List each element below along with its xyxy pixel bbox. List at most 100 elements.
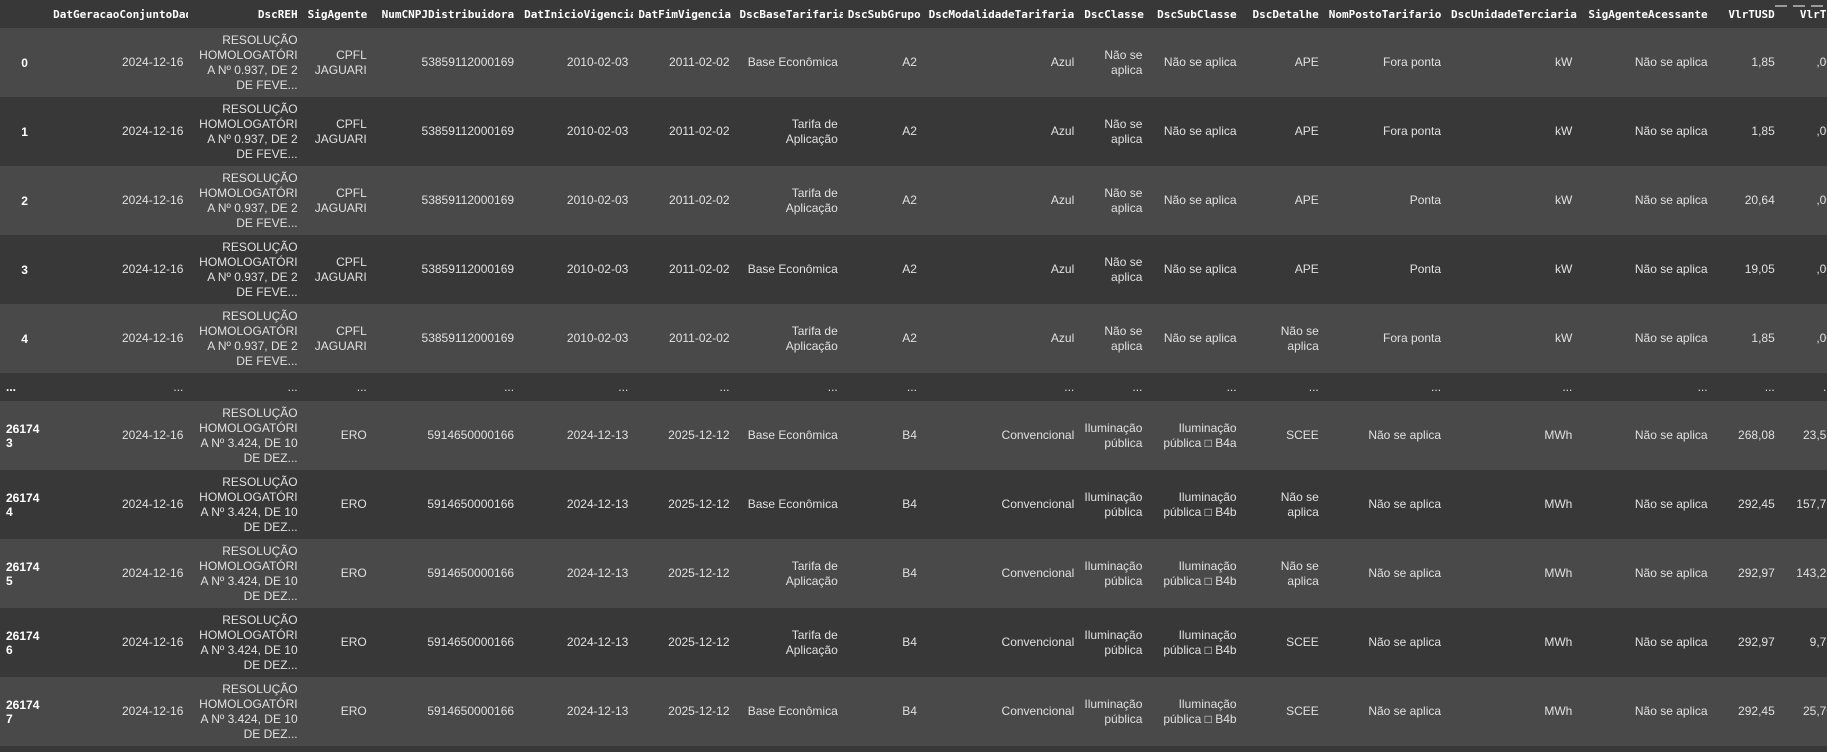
table-cell: ... (1308, 379, 1319, 394)
table-cell: Fora ponta (1383, 331, 1442, 345)
table-cell: Convencional (1001, 497, 1075, 511)
table-cell: Azul (1050, 193, 1075, 207)
column-header: DscDetalhe (1241, 0, 1324, 28)
row-index: 3 (21, 262, 28, 277)
table-cell: RESOLUÇÃO HOMOLOGATÓRIA Nº 0.937, DE 2 D… (199, 239, 298, 299)
table-cell: A2 (902, 331, 917, 345)
table-row: 2 2024-12-16 RESOLUÇÃO HOMOLOGATÓRIA Nº 0.… (0, 166, 1827, 235)
row-index: 1 (21, 124, 28, 139)
table-cell: 2024-12-16 (122, 55, 184, 69)
table-cell: RESOLUÇÃO HOMOLOGATÓRIA Nº 0.937, DE 2 D… (199, 101, 298, 161)
table-cell: Base Econômica (747, 262, 838, 276)
table-cell: kW (1555, 55, 1573, 69)
table-cell: MWh (1544, 566, 1573, 580)
table-cell: SCEE (1286, 704, 1319, 718)
table-cell: ERO (340, 635, 367, 649)
table-cell: CPFL JAGUARI (314, 47, 367, 77)
table-cell: A2 (902, 55, 917, 69)
table-cell: 20,64 (1744, 193, 1775, 207)
table-cell: 53859112000169 (421, 124, 515, 138)
table-cell: ... (1132, 379, 1143, 394)
table-cell: 9,77 (1809, 635, 1827, 649)
table-cell: 2010-02-03 (566, 262, 629, 276)
column-header: DscSubClasse (1147, 0, 1242, 28)
table-cell: Iluminação pública (1084, 489, 1143, 519)
table-cell: 1,85 (1751, 331, 1775, 345)
table-cell: Convencional (1001, 635, 1075, 649)
column-header: DscBaseTarifaria (734, 0, 843, 28)
table-cell: ... (906, 379, 917, 394)
toolbar-icon[interactable] (1775, 0, 1787, 7)
table-cell: 2024-12-16 (122, 124, 184, 138)
table-cell: 23,56 (1802, 428, 1827, 442)
table-cell: kW (1555, 331, 1573, 345)
table-cell: 1,85 (1751, 124, 1775, 138)
table-cell: 2024-12-16 (122, 566, 184, 580)
row-index: 261744 (6, 490, 40, 519)
table-cell: Iluminação pública □ B4b (1163, 696, 1237, 726)
table-cell: B4 (902, 566, 917, 580)
table-cell: 292,45 (1738, 497, 1775, 511)
table-cell: RESOLUÇÃO HOMOLOGATÓRIA Nº 3.424, DE 10 … (199, 681, 298, 741)
table-cell: ... (173, 379, 184, 394)
output-toolbar[interactable] (1768, 0, 1823, 7)
row-index: 0 (21, 55, 28, 70)
table-cell: ... (618, 379, 629, 394)
table-cell: 2011-02-02 (669, 55, 730, 69)
table-cell: 5914650000166 (427, 497, 515, 511)
toolbar-icon[interactable] (1811, 0, 1823, 7)
table-cell: Iluminação pública (1084, 420, 1143, 450)
table-cell: Base Econômica (747, 497, 838, 511)
table-cell: Fora ponta (1383, 124, 1442, 138)
table-cell: RESOLUÇÃO HOMOLOGATÓRIA Nº 3.424, DE 10 … (199, 405, 298, 465)
column-header: DatInicioVigencia (519, 0, 634, 28)
table-cell: Azul (1050, 124, 1075, 138)
table-cell: 2025-12-12 (668, 428, 730, 442)
table-cell: 2010-02-03 (566, 193, 629, 207)
table-cell: APE (1294, 55, 1319, 69)
table-cell: 143,29 (1796, 566, 1827, 580)
table-cell: Ponta (1409, 193, 1442, 207)
table-cell: kW (1555, 193, 1573, 207)
table-cell: ... (1822, 379, 1827, 394)
table-cell: 2010-02-03 (566, 124, 629, 138)
table-cell: 2024-12-13 (566, 566, 629, 580)
table-cell: MWh (1544, 497, 1573, 511)
table-cell: MWh (1544, 635, 1573, 649)
table-cell: Não se aplica (1634, 428, 1708, 442)
table-cell: 2024-12-13 (566, 497, 629, 511)
table-cell: 2024-12-16 (122, 262, 184, 276)
table-cell: Não se aplica (1368, 635, 1442, 649)
row-index: ... (6, 380, 17, 394)
table-cell: Não se aplica (1163, 55, 1237, 69)
table-cell: Convencional (1001, 566, 1075, 580)
toolbar-icon[interactable] (1793, 0, 1805, 7)
table-cell: Convencional (1001, 428, 1075, 442)
table-cell: Não se aplica (1634, 331, 1708, 345)
table-cell: Não se aplica (1280, 558, 1319, 588)
table-cell: 5914650000166 (427, 704, 515, 718)
table-cell: ERO (340, 428, 367, 442)
table-cell: 19,05 (1744, 262, 1775, 276)
table-cell: Fora ponta (1383, 55, 1442, 69)
table-row: 261745 2024-12-16 RESOLUÇÃO HOMOLOGATÓRIA … (0, 539, 1827, 608)
table-cell: 25,70 (1802, 704, 1827, 718)
table-cell: RESOLUÇÃO HOMOLOGATÓRIA Nº 3.424, DE 10 … (199, 612, 298, 672)
table-cell: Não se aplica (1634, 124, 1708, 138)
table-cell: CPFL JAGUARI (314, 254, 367, 284)
table-cell: 1,85 (1751, 55, 1775, 69)
table-cell: Iluminação pública □ B4b (1163, 489, 1237, 519)
table-cell: Azul (1050, 55, 1075, 69)
table-cell: Não se aplica (1368, 704, 1442, 718)
table-cell: Não se aplica (1634, 55, 1708, 69)
table-cell: Iluminação pública □ B4b (1163, 558, 1237, 588)
table-cell: 2024-12-13 (566, 428, 629, 442)
table-cell: 292,45 (1738, 704, 1775, 718)
table-cell: B4 (902, 704, 917, 718)
table-cell: ... (287, 379, 298, 394)
table-row: 261746 2024-12-16 RESOLUÇÃO HOMOLOGATÓRIA … (0, 608, 1827, 677)
dataframe-output: DatGeracaoConjuntoDadosDscREHSigAgenteNu… (0, 0, 1827, 752)
table-cell: RESOLUÇÃO HOMOLOGATÓRIA Nº 0.937, DE 2 D… (199, 308, 298, 368)
table-cell: B4 (902, 428, 917, 442)
table-cell: ,00 (1816, 262, 1827, 276)
